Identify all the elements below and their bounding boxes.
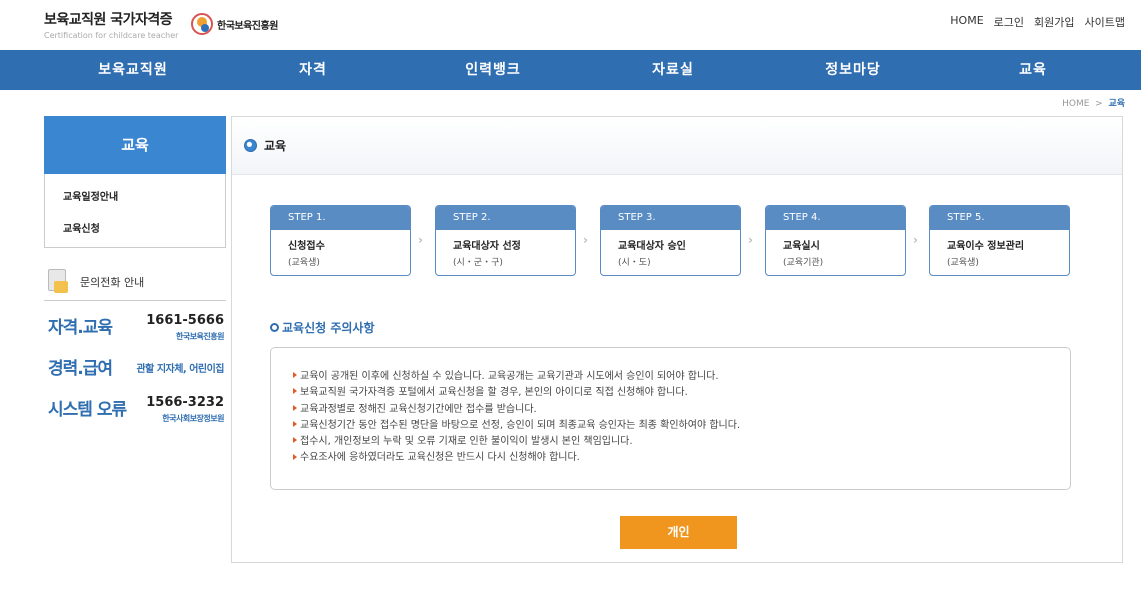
sidebar-item-schedule[interactable]: 교육일정안내 — [45, 182, 225, 214]
contact-phone: 1661-5666 — [146, 313, 224, 328]
contact-org: 한국사회보장정보원 — [162, 414, 224, 423]
arrow-bullet-icon — [293, 437, 297, 444]
step-name: 신청접수 — [288, 241, 325, 252]
contact-label: 문의전화 안내 — [80, 276, 145, 289]
page-title: 교육 — [264, 139, 287, 153]
arrow-bullet-icon — [293, 453, 297, 460]
ring-bullet-icon — [270, 323, 279, 332]
arrow-bullet-icon — [293, 404, 297, 411]
arrow-bullet-icon — [293, 421, 297, 428]
step-owner: (시・도) — [618, 258, 651, 268]
step-card: STEP 3. 교육대상자 승인 (시・도) — [600, 205, 741, 276]
notes-heading: 교육신청 주의사항 — [270, 319, 375, 336]
note-item: 교육과정별로 정해진 교육신청기간에만 접수를 받습니다. — [293, 402, 1070, 418]
step-card: STEP 1. 신청접수 (교육생) — [270, 205, 411, 276]
phone-guide-icon — [44, 269, 70, 295]
kcpi-logo-icon — [191, 13, 213, 35]
nav-item-staff[interactable]: 보육교직원 — [98, 50, 167, 90]
note-text: 교육과정별로 정해진 교육신청기간에만 접수를 받습니다. — [300, 403, 537, 415]
site-title: 보육교직원 국가자격증 — [44, 12, 173, 28]
login-link[interactable]: 로그인 — [994, 14, 1024, 30]
notes-title: 교육신청 주의사항 — [282, 321, 375, 335]
breadcrumb-separator: > — [1095, 99, 1103, 109]
sidebar-title: 교육 — [44, 116, 226, 174]
step-name: 교육이수 정보관리 — [947, 241, 1025, 252]
content-header: 교육 — [232, 117, 1122, 175]
chevron-right-icon: › — [748, 233, 753, 247]
step-card: STEP 4. 교육실시 (교육기관) — [765, 205, 906, 276]
step-number: STEP 5. — [930, 206, 1069, 230]
main-content: 교육 STEP 1. 신청접수 (교육생) › STEP 2. 교육대상자 선정… — [231, 116, 1123, 563]
site-subtitle: Certification for childcare teacher — [44, 31, 179, 40]
home-link[interactable]: HOME — [950, 14, 983, 30]
nav-item-archive[interactable]: 자료실 — [652, 50, 694, 90]
step-owner: (교육기관) — [783, 258, 824, 268]
sitemap-link[interactable]: 사이트맵 — [1085, 14, 1125, 30]
step-owner: (시・군・구) — [453, 258, 503, 268]
contact-title: 자격.교육 — [48, 318, 113, 338]
note-item: 접수시, 개인정보의 누락 및 오류 기재로 인한 불이익이 발생시 본인 책임… — [293, 434, 1070, 450]
breadcrumb: HOME > 교육 — [1062, 96, 1125, 109]
utility-links: HOME 로그인 회원가입 사이트맵 — [950, 14, 1125, 30]
sidebar-menu: 교육 교육일정안내 교육신청 — [44, 116, 226, 248]
contact-title: 시스템 오류 — [48, 400, 127, 420]
contact-org: 관할 지자체, 어린이집 — [136, 364, 224, 375]
arrow-bullet-icon — [293, 388, 297, 395]
step-name: 교육대상자 승인 — [618, 241, 686, 252]
step-name: 교육대상자 선정 — [453, 241, 521, 252]
step-owner: (교육생) — [947, 258, 979, 268]
step-card: STEP 5. 교육이수 정보관리 (교육생) — [929, 205, 1070, 276]
step-number: STEP 1. — [271, 206, 410, 230]
step-owner: (교육생) — [288, 258, 320, 268]
chevron-right-icon: › — [913, 233, 918, 247]
notes-box: 교육이 공개된 이후에 신청하실 수 있습니다. 교육공개는 교육기관과 시도에… — [270, 347, 1071, 490]
arrow-bullet-icon — [293, 372, 297, 379]
title-bullet-icon — [244, 139, 257, 152]
contact-title: 경력.급여 — [48, 359, 113, 379]
step-number: STEP 3. — [601, 206, 740, 230]
org-logo-text: 한국보육진흥원 — [217, 20, 278, 32]
step-number: STEP 2. — [436, 206, 575, 230]
note-item: 수요조사에 응하였더라도 교육신청은 반드시 다시 신청해야 합니다. — [293, 450, 1070, 466]
step-number: STEP 4. — [766, 206, 905, 230]
contact-qualification: 자격.교육 1661-5666 한국보육진흥원 — [48, 313, 226, 353]
contact-career: 경력.급여 관할 지자체, 어린이집 — [48, 354, 226, 394]
individual-apply-button[interactable]: 개인 — [620, 516, 737, 549]
note-text: 교육신청기간 동안 접수된 명단을 바탕으로 선정, 승인이 되며 최종교육 승… — [300, 419, 741, 431]
note-text: 보육교직원 국가자격증 포털에서 교육신청을 할 경우, 본인의 아이디로 직접… — [300, 387, 688, 399]
main-navigation: 보육교직원 자격 인력뱅크 자료실 정보마당 교육 — [0, 50, 1141, 90]
breadcrumb-home[interactable]: HOME — [1062, 99, 1089, 109]
contact-header: 문의전화 안내 — [44, 264, 226, 301]
org-logo[interactable]: 한국보육진흥원 — [191, 13, 278, 35]
note-text: 교육이 공개된 이후에 신청하실 수 있습니다. 교육공개는 교육기관과 시도에… — [300, 371, 719, 382]
note-item: 보육교직원 국가자격증 포털에서 교육신청을 할 경우, 본인의 아이디로 직접… — [293, 385, 1070, 401]
nav-item-education[interactable]: 교육 — [1019, 50, 1047, 90]
nav-item-info[interactable]: 정보마당 — [825, 50, 881, 90]
sidebar-item-apply[interactable]: 교육신청 — [45, 214, 225, 246]
contact-system: 시스템 오류 1566-3232 한국사회보장정보원 — [48, 395, 226, 435]
step-name: 교육실시 — [783, 241, 820, 252]
contact-org: 한국보육진흥원 — [175, 332, 225, 341]
note-item: 교육신청기간 동안 접수된 명단을 바탕으로 선정, 승인이 되며 최종교육 승… — [293, 418, 1070, 434]
chevron-right-icon: › — [583, 233, 588, 247]
nav-item-qualification[interactable]: 자격 — [299, 50, 327, 90]
process-steps: STEP 1. 신청접수 (교육생) › STEP 2. 교육대상자 선정 (시… — [270, 205, 1072, 277]
site-logo[interactable]: 보육교직원 국가자격증 Certification for childcare … — [44, 11, 178, 41]
signup-link[interactable]: 회원가입 — [1034, 14, 1074, 30]
note-text: 접수시, 개인정보의 누락 및 오류 기재로 인한 불이익이 발생시 본인 책임… — [300, 436, 633, 448]
chevron-right-icon: › — [418, 233, 423, 247]
breadcrumb-current: 교육 — [1108, 99, 1125, 109]
step-card: STEP 2. 교육대상자 선정 (시・군・구) — [435, 205, 576, 276]
note-item: 교육이 공개된 이후에 신청하실 수 있습니다. 교육공개는 교육기관과 시도에… — [293, 369, 1070, 385]
note-text: 수요조사에 응하였더라도 교육신청은 반드시 다시 신청해야 합니다. — [300, 452, 580, 464]
nav-item-talent-bank[interactable]: 인력뱅크 — [465, 50, 521, 90]
contact-phone: 1566-3232 — [146, 395, 224, 410]
site-header: 보육교직원 국가자격증 Certification for childcare … — [0, 0, 1141, 50]
